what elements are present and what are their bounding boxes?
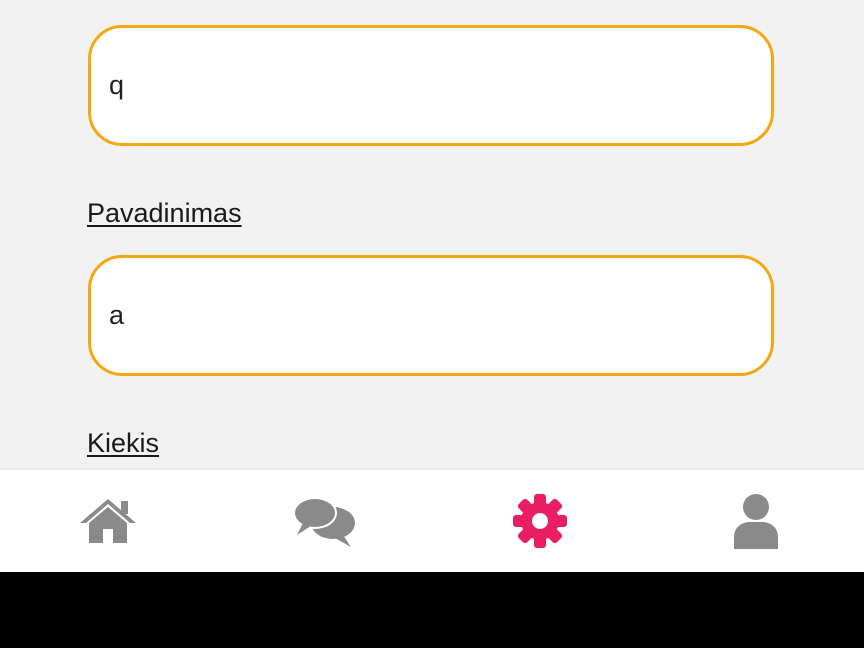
tab-chat[interactable] — [216, 470, 432, 572]
form-content: Pavadinimas Kiekis — [0, 0, 864, 470]
system-navigation-area — [0, 572, 864, 648]
user-icon — [732, 493, 780, 549]
name-field[interactable] — [88, 255, 774, 376]
tab-settings[interactable] — [432, 470, 648, 572]
gear-icon — [512, 493, 568, 549]
first-text-field[interactable] — [88, 25, 774, 146]
name-label: Pavadinimas — [87, 198, 242, 228]
tab-profile[interactable] — [648, 470, 864, 572]
tab-home[interactable] — [0, 470, 216, 572]
quantity-label: Kiekis — [87, 428, 160, 458]
home-icon — [79, 497, 137, 545]
bottom-tab-bar — [0, 470, 864, 572]
chat-icon — [291, 493, 357, 549]
app-screen: Pavadinimas Kiekis — [0, 0, 864, 572]
